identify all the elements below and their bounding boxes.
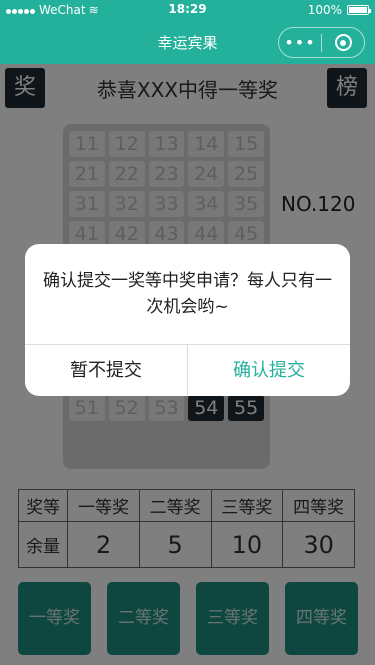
confirm-dialog: 确认提交一奖等中奖申请？每人只有一次机会哟~ 暂不提交 确认提交 bbox=[25, 244, 350, 396]
mini-program-capsule: ••• bbox=[278, 27, 365, 58]
battery-area: 100% bbox=[307, 3, 371, 17]
dialog-message: 确认提交一奖等中奖申请？每人只有一次机会哟~ bbox=[43, 271, 332, 317]
status-bar: WeChat ≋ 18:29 100% bbox=[0, 0, 375, 20]
battery-icon bbox=[347, 5, 371, 15]
confirm-button[interactable]: 确认提交 bbox=[188, 345, 350, 396]
nav-bar: 幸运宾果 ••• bbox=[0, 20, 375, 64]
battery-percent: 100% bbox=[307, 3, 342, 17]
close-target-icon bbox=[334, 34, 352, 51]
dialog-actions: 暂不提交 确认提交 bbox=[25, 344, 350, 396]
more-menu-button[interactable]: ••• bbox=[279, 27, 321, 58]
cancel-button[interactable]: 暂不提交 bbox=[25, 345, 188, 396]
close-button[interactable] bbox=[322, 34, 364, 51]
